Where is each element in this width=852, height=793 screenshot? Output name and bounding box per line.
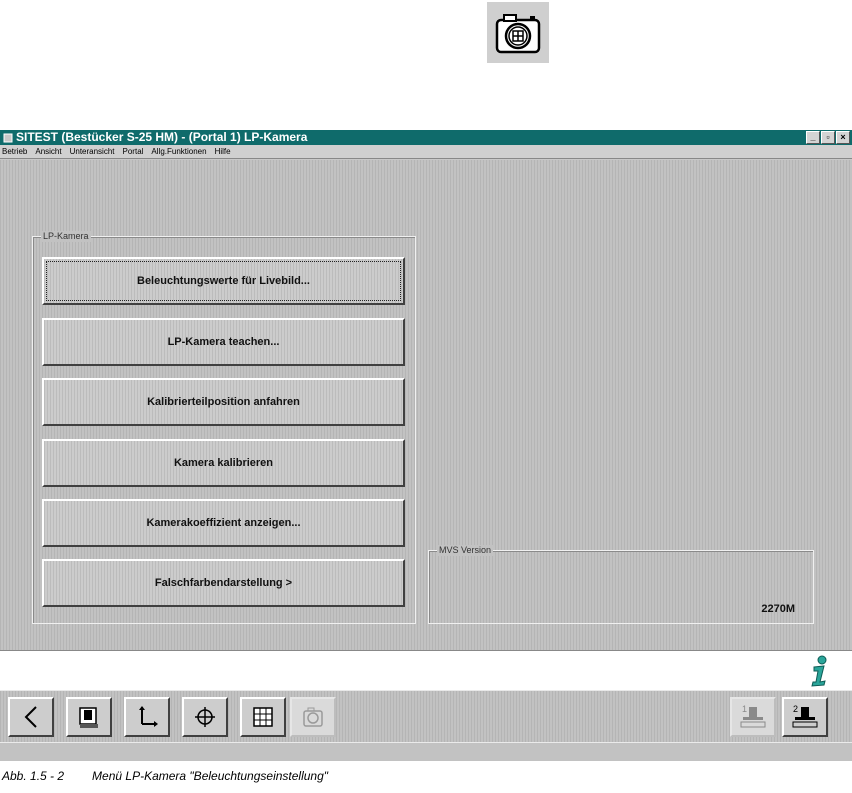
falschfarbendarstellung-button[interactable]: Falschfarbendarstellung > <box>42 559 405 607</box>
close-button[interactable]: × <box>836 131 850 144</box>
back-arrow-icon <box>24 706 37 728</box>
lp-kamera-teachen-button[interactable]: LP-Kamera teachen... <box>42 318 405 366</box>
application-window: SITEST (Bestücker S-25 HM) - (Portal 1) … <box>0 130 852 761</box>
menu-ansicht[interactable]: Ansicht <box>35 145 61 158</box>
portal-2-icon: 2 <box>792 704 818 728</box>
portal-2-number: 2 <box>793 704 798 714</box>
menu-betrieb[interactable]: Betrieb <box>2 145 27 158</box>
kalibrierteilposition-button[interactable]: Kalibrierteilposition anfahren <box>42 378 405 426</box>
kamera-kalibrieren-label: Kamera kalibrieren <box>173 457 274 469</box>
kamerakoeffizient-button[interactable]: Kamerakoeffizient anzeigen... <box>42 499 405 547</box>
lp-kamera-group-label: LP-Kamera <box>41 231 91 242</box>
mvs-version-label: MVS Version <box>437 545 494 556</box>
portal-1-button[interactable]: 1 <box>730 697 776 737</box>
menu-portal[interactable]: Portal <box>123 145 144 158</box>
crosshair-icon <box>195 707 215 727</box>
falschfarbendarstellung-label: Falschfarbendarstellung > <box>154 577 293 589</box>
portal-1-number: 1 <box>742 704 747 714</box>
bottom-strip <box>0 742 852 761</box>
lp-camera-icon <box>487 2 549 63</box>
menu-bar: Betrieb Ansicht Unteransicht Portal Allg… <box>0 145 852 159</box>
figure-caption-text: Menü LP-Kamera "Beleuchtungseinstellung" <box>92 769 329 783</box>
axes-button[interactable] <box>124 697 170 737</box>
status-bar <box>0 650 852 691</box>
kalibrierteilposition-label: Kalibrierteilposition anfahren <box>147 396 300 408</box>
figure-number: Abb. 1.5 - 2 <box>2 769 65 783</box>
title-bar[interactable]: SITEST (Bestücker S-25 HM) - (Portal 1) … <box>0 130 852 145</box>
minimize-button[interactable]: _ <box>806 131 820 144</box>
grid-icon <box>253 707 273 727</box>
client-area: LP-Kamera Beleuchtungswerte für Livebild… <box>0 160 852 650</box>
beleuchtungswerte-label: Beleuchtungswerte für Livebild... <box>137 275 310 287</box>
camera-icon <box>303 707 323 727</box>
menu-allg-funktionen[interactable]: Allg.Funktionen <box>151 145 206 158</box>
portal-2-button[interactable]: 2 <box>782 697 828 737</box>
placement-head-button[interactable] <box>66 697 112 737</box>
portal-1-icon: 1 <box>740 704 766 728</box>
grid-button[interactable] <box>240 697 286 737</box>
placement-head-icon <box>79 707 98 728</box>
mvs-version-value: 2270M <box>761 603 795 615</box>
kamerakoeffizient-label: Kamerakoeffizient anzeigen... <box>146 517 301 529</box>
mvs-version-group: MVS Version 2270M <box>428 545 814 624</box>
maximize-button[interactable]: ▫ <box>821 131 835 144</box>
figure-caption: Abb. 1.5 - 2 Menü LP-Kamera "Beleuchtungs… <box>2 769 328 783</box>
bottom-toolbar: 1 2 <box>0 690 852 743</box>
system-menu-icon[interactable] <box>3 133 13 143</box>
lp-kamera-group: LP-Kamera Beleuchtungswerte für Livebild… <box>32 231 416 624</box>
crosshair-button[interactable] <box>182 697 228 737</box>
menu-hilfe[interactable]: Hilfe <box>215 145 231 158</box>
camera-button[interactable] <box>290 697 336 737</box>
kamera-kalibrieren-button[interactable]: Kamera kalibrieren <box>42 439 405 487</box>
window-title: SITEST (Bestücker S-25 HM) - (Portal 1) … <box>16 130 308 144</box>
info-icon[interactable] <box>806 655 832 687</box>
menu-unteransicht[interactable]: Unteransicht <box>70 145 115 158</box>
back-button[interactable] <box>8 697 54 737</box>
axes-icon <box>139 706 158 727</box>
lp-kamera-teachen-label: LP-Kamera teachen... <box>167 336 280 348</box>
beleuchtungswerte-button[interactable]: Beleuchtungswerte für Livebild... <box>42 257 405 305</box>
